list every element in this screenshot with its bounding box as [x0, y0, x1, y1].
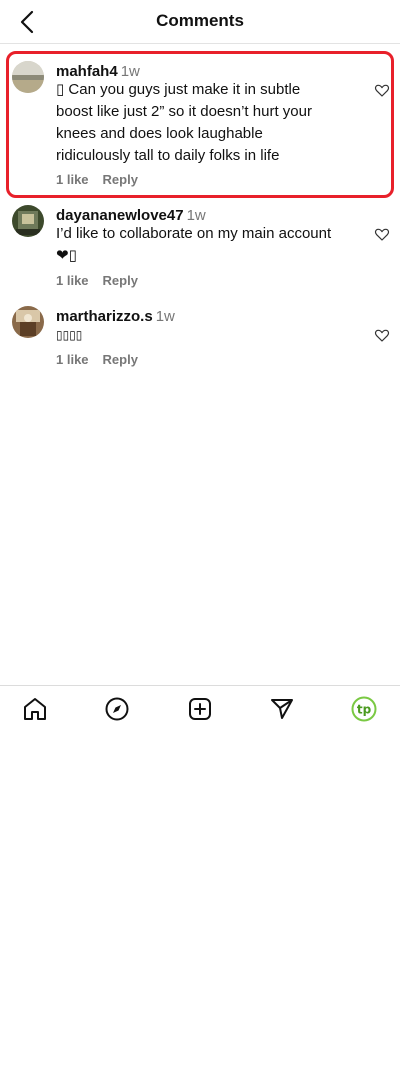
heart-icon — [374, 329, 390, 342]
svg-text:tp: tp — [357, 703, 372, 717]
send-icon — [271, 699, 293, 719]
comment-actions: 1 like Reply — [56, 352, 138, 367]
comment-time: 1w — [155, 308, 175, 325]
reply-button[interactable]: Reply — [103, 273, 138, 288]
profile-avatar: tp — [351, 696, 377, 722]
highlight-box — [6, 51, 394, 198]
avatar[interactable] — [12, 205, 44, 237]
comment-username[interactable]: dayananewlove47 — [56, 207, 184, 224]
like-count[interactable]: 1 like — [56, 273, 89, 288]
heart-icon — [374, 228, 390, 241]
home-icon — [24, 698, 46, 720]
like-button[interactable] — [374, 226, 390, 242]
comment-actions: 1 like Reply — [56, 273, 138, 288]
comments-header: Comments — [0, 0, 400, 44]
avatar[interactable] — [12, 306, 44, 338]
comment-username[interactable]: martharizzo.s — [56, 308, 153, 325]
page-title: Comments — [156, 11, 244, 30]
like-button[interactable] — [374, 327, 390, 343]
like-count[interactable]: 1 like — [56, 352, 89, 367]
tab-profile[interactable]: tp — [351, 696, 377, 722]
comment-header: martharizzo.s 1w — [56, 308, 175, 325]
reply-button[interactable]: Reply — [103, 352, 138, 367]
comment-text: I’d like to collaborate on my main accou… — [56, 225, 332, 264]
tab-home[interactable] — [22, 696, 48, 722]
comment-time: 1w — [186, 207, 206, 224]
comment-text: ▯▯▯▯ — [56, 328, 83, 342]
create-icon — [189, 698, 211, 720]
explore-icon — [105, 697, 129, 721]
comment-header: dayananewlove47 1w — [56, 207, 206, 224]
tab-direct[interactable] — [269, 696, 295, 722]
tab-create[interactable] — [187, 696, 213, 722]
tab-explore[interactable] — [104, 696, 130, 722]
bottom-tab-bar: tp — [0, 685, 400, 729]
